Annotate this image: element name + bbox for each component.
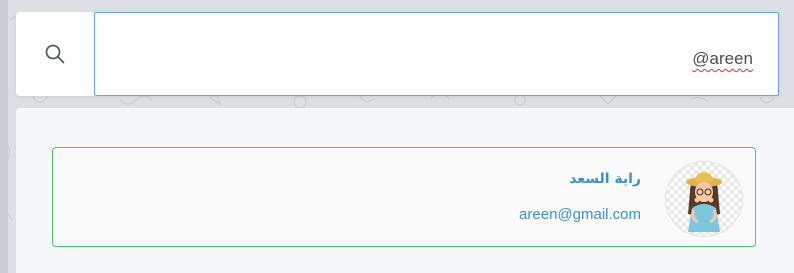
search-button[interactable]	[16, 12, 94, 96]
contact-name: راية السعد	[569, 171, 641, 187]
search-icon	[45, 44, 65, 64]
girl-avatar-icon	[686, 172, 722, 232]
contact-email: areen@gmail.com	[519, 206, 641, 223]
left-edge	[0, 0, 8, 273]
avatar	[665, 161, 743, 237]
search-input[interactable]: @areen	[94, 12, 779, 96]
contact-result-item[interactable]: راية السعد areen@gmail.com	[52, 147, 756, 247]
search-bar: @areen	[16, 12, 779, 96]
search-query-text: @areen	[692, 49, 753, 68]
search-results-panel: راية السعد areen@gmail.com	[16, 108, 794, 273]
